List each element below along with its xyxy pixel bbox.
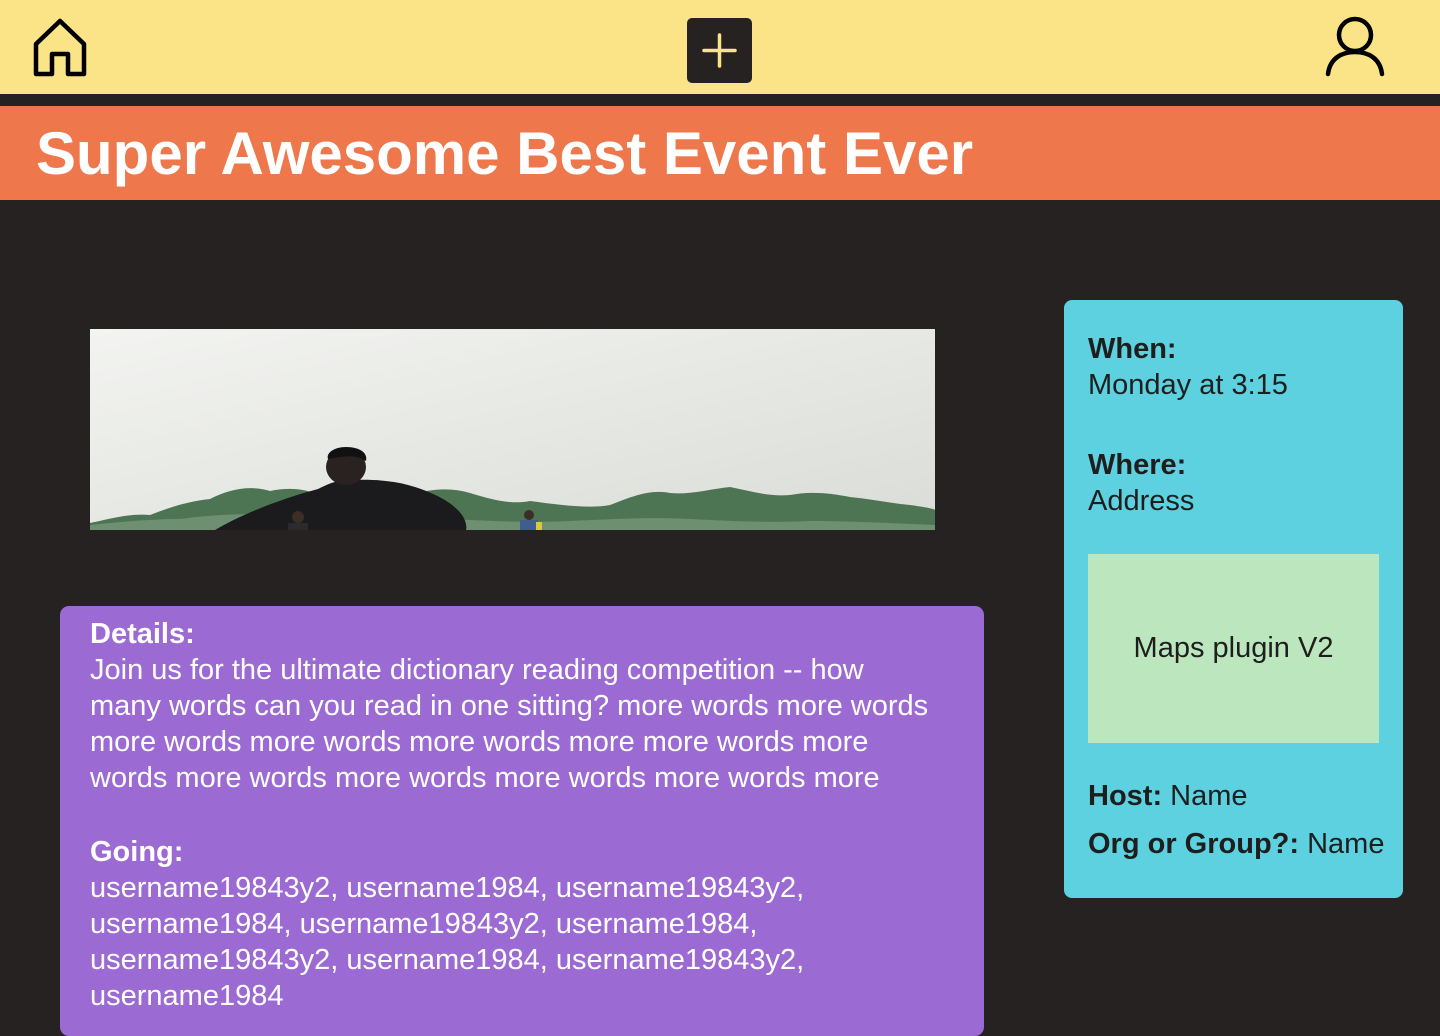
host-value[interactable]: Name (1170, 780, 1247, 812)
event-photo (90, 329, 935, 530)
going-label: Going: (90, 836, 184, 868)
when-value: Monday at 3:15 (1088, 369, 1288, 401)
top-nav-bar (0, 0, 1440, 94)
host-label: Host: (1088, 780, 1163, 812)
details-label: Details: (90, 618, 195, 650)
where-label: Where: (1088, 449, 1187, 481)
map-placeholder-label: Maps plugin V2 (1133, 632, 1334, 664)
map-embed[interactable]: Maps plugin V2 (1088, 554, 1379, 743)
details-text: Join us for the ultimate dictionary read… (90, 654, 929, 794)
user-icon (1325, 16, 1385, 77)
create-event-button[interactable] (687, 18, 752, 83)
nav-divider (0, 94, 1440, 106)
host-row: Host: Name (1088, 778, 1248, 814)
title-banner: Super Awesome Best Event Ever (0, 106, 1440, 200)
home-icon (33, 18, 87, 77)
org-label: Org or Group?: (1088, 828, 1300, 860)
plus-icon (702, 33, 737, 68)
home-button[interactable] (30, 16, 90, 78)
profile-button[interactable] (1322, 14, 1388, 78)
org-value[interactable]: Name (1307, 828, 1384, 860)
where-value: Address (1088, 485, 1195, 517)
org-row: Org or Group?: Name (1088, 826, 1384, 862)
details-card: Details: Join us for the ultimate dictio… (60, 606, 984, 1036)
event-info-card: When: Monday at 3:15 Where: Address Maps… (1064, 300, 1403, 898)
page-title: Super Awesome Best Event Ever (36, 120, 974, 187)
when-label: When: (1088, 333, 1177, 365)
attendee-list[interactable]: username19843y2, username1984, username1… (90, 870, 930, 1014)
